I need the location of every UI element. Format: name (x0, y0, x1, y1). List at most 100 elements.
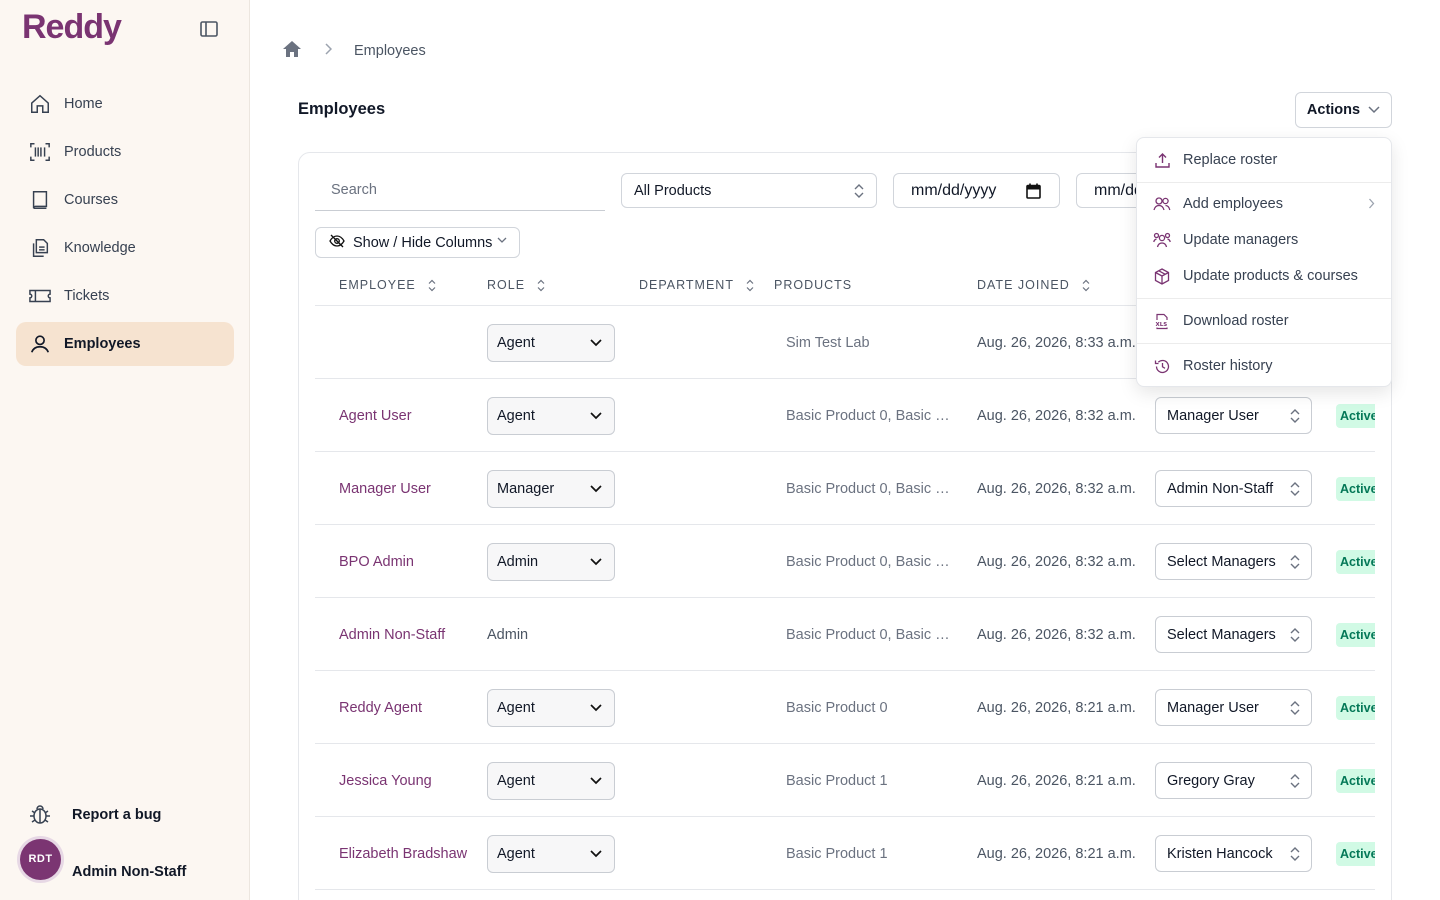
products-cell: Basic Product 0 (786, 671, 956, 744)
employee-name-link[interactable]: Agent User (339, 379, 412, 452)
role-select[interactable]: Agent (487, 761, 615, 800)
sort-icon (537, 279, 545, 291)
chevron-updown-icon (1290, 409, 1300, 423)
employee-name-link[interactable]: BPO Admin (339, 525, 414, 598)
role-select[interactable]: Agent (487, 688, 615, 727)
book-icon (28, 188, 52, 212)
employee-name-link[interactable]: Reddy Agent (339, 671, 422, 744)
avatar: RDT (20, 838, 61, 880)
show-hide-columns-button[interactable]: Show / Hide Columns (315, 227, 520, 258)
actions-menu: Replace roster Add employees Update mana… (1136, 137, 1392, 387)
role-value: Manager (497, 480, 555, 497)
role-select[interactable]: Agent (487, 323, 615, 362)
role-select[interactable]: Agent (487, 396, 615, 435)
role-value: Agent (497, 845, 535, 862)
manager-value: Admin Non-Staff (1167, 480, 1274, 497)
chevron-down-icon (590, 411, 602, 419)
bug-icon (28, 803, 52, 827)
table-row: Manager User Manager Basic Product 0, Basi… (315, 452, 1375, 525)
users-icon (1153, 195, 1171, 213)
ticket-icon (28, 284, 52, 308)
chevron-down-icon (590, 849, 602, 857)
column-header-role[interactable]: ROLE (487, 278, 545, 292)
manager-select[interactable]: Kristen Hancock (1155, 835, 1312, 872)
manager-select[interactable]: Select Managers (1155, 543, 1312, 580)
breadcrumb-current: Employees (354, 43, 426, 59)
menu-item-update-products-courses[interactable]: Update products & courses (1137, 258, 1391, 294)
table-row: Jessica Young Agent Basic Product 1 Aug. 26… (315, 744, 1375, 817)
status-badge: Active (1336, 403, 1375, 428)
role-select[interactable]: Agent (487, 834, 615, 873)
role-value: Agent (497, 699, 535, 716)
actions-button[interactable]: Actions (1295, 92, 1392, 128)
manager-select[interactable]: Admin Non-Staff (1155, 470, 1312, 507)
actions-label: Actions (1306, 102, 1361, 118)
sidebar-item-knowledge[interactable]: Knowledge (16, 226, 234, 270)
sidebar-toggle-icon[interactable] (198, 19, 220, 39)
manager-select[interactable]: Manager User (1155, 397, 1312, 434)
products-cell: Basic Product 0, Basic Product 1 (786, 598, 956, 671)
manager-select[interactable]: Select Managers (1155, 616, 1312, 653)
history-icon (1153, 357, 1171, 375)
table-row: Reddy Agent Agent Basic Product 0 Aug. 26, … (315, 671, 1375, 744)
manager-select[interactable]: Manager User (1155, 689, 1312, 726)
sort-icon (746, 279, 754, 291)
cube-icon (1153, 267, 1171, 285)
user-group-icon (1153, 231, 1171, 249)
role-select[interactable]: Manager (487, 469, 615, 508)
sidebar-item-products[interactable]: Products (16, 130, 234, 174)
menu-item-label: Add employees (1183, 196, 1283, 212)
products-filter-select[interactable]: All Products (621, 173, 877, 208)
column-header-label: PRODUCTS (774, 278, 853, 292)
employee-name-link[interactable]: Elizabeth Bradshaw (339, 817, 467, 890)
home-icon[interactable] (282, 40, 302, 62)
table-row: Elizabeth Bradshaw Agent Basic Product 1 Au… (315, 817, 1375, 890)
divider (1137, 298, 1391, 299)
sidebar-nav: Home Products Courses Knowledge Tickets … (16, 82, 234, 370)
calendar-icon[interactable] (1026, 183, 1041, 199)
column-header-label: DATE JOINED (977, 278, 1070, 292)
status-badge: Active (1336, 622, 1375, 647)
sidebar-item-courses[interactable]: Courses (16, 178, 234, 222)
employee-name-link[interactable]: Manager User (339, 452, 431, 525)
menu-item-add-employees[interactable]: Add employees (1137, 186, 1391, 222)
products-text: Basic Product 0, Basic Product 1 (786, 626, 956, 643)
manager-value: Gregory Gray (1167, 772, 1255, 789)
sidebar-item-employees[interactable]: Employees (16, 322, 234, 366)
menu-item-update-managers[interactable]: Update managers (1137, 222, 1391, 258)
chevron-updown-icon (1290, 628, 1300, 642)
products-cell: Basic Product 1 (786, 817, 956, 890)
products-text: Basic Product 1 (786, 772, 888, 789)
role-value: Agent (497, 334, 535, 351)
divider (1137, 343, 1391, 344)
employee-name-link[interactable]: Jessica Young (339, 744, 432, 817)
date-from-input[interactable]: mm/dd/yyyy (893, 173, 1060, 208)
menu-item-roster-history[interactable]: Roster history (1137, 348, 1391, 384)
manager-value: Select Managers (1167, 626, 1276, 643)
sidebar-item-label: Courses (64, 192, 118, 208)
table-row: BPO Admin Admin Basic Product 0, Basic Pro… (315, 525, 1375, 598)
employee-name-link[interactable]: Admin Non-Staff (339, 598, 445, 671)
manager-select[interactable]: Gregory Gray (1155, 762, 1312, 799)
sidebar-item-home[interactable]: Home (16, 82, 234, 126)
role-select[interactable]: Admin (487, 542, 615, 581)
sidebar-item-tickets[interactable]: Tickets (16, 274, 234, 318)
app-logo[interactable]: Reddy (22, 8, 122, 47)
date-joined-cell: Aug. 26, 2026, 8:21 a.m. (977, 772, 1136, 789)
table-row: Admin Non-Staff Admin Basic Product 0, Bas… (315, 598, 1375, 671)
menu-item-download-roster[interactable]: XLS Download roster (1137, 303, 1391, 339)
date-joined-cell: Aug. 26, 2026, 8:32 a.m. (977, 480, 1136, 497)
menu-item-replace-roster[interactable]: Replace roster (1137, 142, 1391, 178)
status-badge: Active (1336, 695, 1375, 720)
chevron-down-icon (590, 703, 602, 711)
date-joined-cell: Aug. 26, 2026, 8:21 a.m. (977, 845, 1136, 862)
report-bug-button[interactable]: Report a bug (28, 803, 161, 827)
column-header-date-joined[interactable]: DATE JOINED (977, 278, 1090, 292)
column-header-department[interactable]: DEPARTMENT (639, 278, 754, 292)
user-menu[interactable]: RDT Admin Non-Staff (20, 838, 186, 880)
chevron-updown-icon (1290, 482, 1300, 496)
chevron-down-icon (1368, 106, 1380, 114)
search-input[interactable] (315, 170, 605, 211)
column-header-employee[interactable]: EMPLOYEE (339, 278, 436, 292)
products-text: Basic Product 0, Basic Product 1 (786, 407, 956, 424)
